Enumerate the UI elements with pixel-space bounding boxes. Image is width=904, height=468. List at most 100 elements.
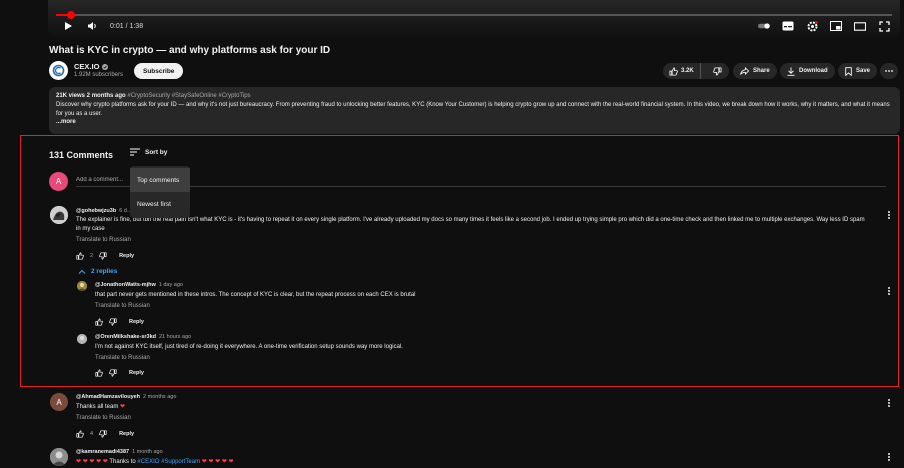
reply-avatar[interactable] [77,334,87,344]
share-icon [740,67,749,75]
settings-gear-icon[interactable] [806,20,818,32]
show-more-link[interactable]: ...more [56,118,893,127]
like-button[interactable]: 3.2K [663,63,701,79]
miniplayer-icon[interactable] [830,20,842,32]
save-button[interactable]: Save [838,63,878,79]
comment-author[interactable]: @AhmadHamzavilouyeh 2 months ago [76,394,176,400]
thumbs-down-icon[interactable] [99,252,107,260]
reply-text: that part never gets mentioned in these … [95,292,416,298]
channel-name-text[interactable]: CEX.IO [74,62,99,71]
download-icon [787,67,795,76]
hashtag-links[interactable]: #CEXIO #SupportTeam [137,459,200,465]
share-label: Share [753,68,770,74]
user-avatar[interactable]: A [49,172,68,191]
reply-button[interactable]: Reply [119,253,134,259]
commenter-avatar[interactable] [50,206,68,224]
sort-option-top[interactable]: Top comments [130,168,190,192]
dislike-button[interactable] [705,63,730,79]
download-button[interactable]: Download [780,63,835,79]
sort-by-button[interactable]: Sort by [130,148,167,156]
reply-author[interactable]: @JonathonWatts-mjhw 1 day ago [95,282,183,288]
translate-link[interactable]: Translate to Russian [95,355,150,361]
theater-mode-icon[interactable] [854,20,866,32]
thumbs-down-icon[interactable] [109,318,117,326]
comment-like-count: 2 [90,253,94,259]
comment-text-body: Thanks all team [76,404,119,410]
channel-name[interactable]: CEX.IO [74,62,108,71]
comment-author-handle[interactable]: @gohebwjzu3b [76,208,116,214]
sort-option-newest[interactable]: Newest first [130,192,190,216]
description-box[interactable]: 21K views 2 months ago #CryptoSecurity #… [49,87,900,134]
save-label: Save [856,68,871,74]
like-count: 3.2K [681,68,694,74]
channel-avatar[interactable] [49,61,68,80]
subscriber-count: 1.92M subscribers [74,72,124,78]
download-label: Download [799,68,828,74]
commenter-avatar[interactable]: A [50,393,68,411]
time-display: 0:01 / 1:38 [110,22,144,30]
play-icon[interactable] [62,20,74,32]
verified-icon [101,64,108,71]
replies-count: 2 replies [91,268,118,275]
thumbs-up-icon[interactable] [76,430,84,438]
reply-avatar[interactable] [77,281,87,291]
add-comment-input[interactable] [76,173,886,187]
comment-author-handle[interactable]: @kamranemadi4387 [76,449,129,455]
progress-scrubber[interactable] [67,11,76,19]
comments-count: 131 Comments [49,150,114,160]
reply-author[interactable]: @OrenMilkshake-sr3kd 21 hours ago [95,334,191,340]
replies-toggle[interactable]: 2 replies [78,268,117,275]
translate-link[interactable]: Translate to Russian [76,237,131,243]
chevron-up-icon [78,269,86,274]
thumbs-down-icon[interactable] [99,430,107,438]
like-dislike-group: 3.2K [663,63,729,79]
thumbs-up-icon[interactable] [95,318,103,326]
reply-button[interactable]: Reply [129,370,144,376]
sort-icon [130,148,140,156]
reply-author-handle[interactable]: @OrenMilkshake-sr3kd [95,334,156,340]
subtitles-icon[interactable] [782,20,794,32]
thumbs-up-icon [669,66,678,76]
translate-link[interactable]: Translate to Russian [76,415,131,421]
comment-like-count: 4 [90,431,94,437]
comment-author-handle[interactable]: @AhmadHamzavilouyeh [76,394,140,400]
commenter-avatar[interactable] [50,448,68,466]
reply-actions: Reply [95,318,144,326]
comment-text: ❤ ❤ ❤ ❤ ❤ Thanks to #CEXIO #SupportTeam … [76,458,234,467]
comment-actions: 2 Reply [76,252,134,260]
heart-icon: ❤ ❤ ❤ ❤ ❤ [201,459,234,465]
reply-button[interactable]: Reply [129,319,144,325]
comment-text-prefix: Thanks to [109,459,136,465]
volume-icon[interactable] [86,20,98,32]
reply-menu-icon[interactable] [886,285,892,297]
progress-bar[interactable] [56,11,892,19]
comment-text: Thanks all team ❤ [76,403,125,412]
comment-text: The explainer is fine, but tbh the real … [76,217,865,232]
thumbs-down-icon [712,66,722,76]
comment-author[interactable]: @kamranemadi4387 1 month ago [76,449,163,455]
comment-menu-icon[interactable] [886,209,892,221]
view-stats: 21K views 2 months ago [56,93,126,99]
thumbs-up-icon[interactable] [76,252,84,260]
autoplay-toggle-icon[interactable] [758,20,770,32]
reply-button[interactable]: Reply [119,431,134,437]
more-actions-button[interactable] [880,63,898,79]
thumbs-up-icon[interactable] [95,369,103,377]
fullscreen-icon[interactable] [878,20,890,32]
reply-time: 1 day ago [158,282,183,288]
comment-menu-icon[interactable] [886,451,892,463]
comment-time: 2 months ago [143,394,177,400]
sort-label: Sort by [145,148,168,156]
comment-menu-icon[interactable] [886,397,892,409]
reply-text: I'm not against KYC itself, just tired o… [95,344,403,350]
thumbs-down-icon[interactable] [109,369,117,377]
comment-author[interactable]: @gohebwjzu3b 6 d… [76,208,132,214]
bookmark-icon [845,66,852,76]
subscribe-button[interactable]: Subscribe [134,63,184,79]
translate-link[interactable]: Translate to Russian [95,303,150,309]
video-player[interactable]: 0:01 / 1:38 [48,0,900,38]
share-button[interactable]: Share [733,63,777,79]
reply-author-handle[interactable]: @JonathonWatts-mjhw [95,282,156,288]
hashtags[interactable]: #CryptoSecurity #StaySafeOnline #CryptoT… [127,93,250,99]
comment-time: 1 month ago [132,449,163,455]
